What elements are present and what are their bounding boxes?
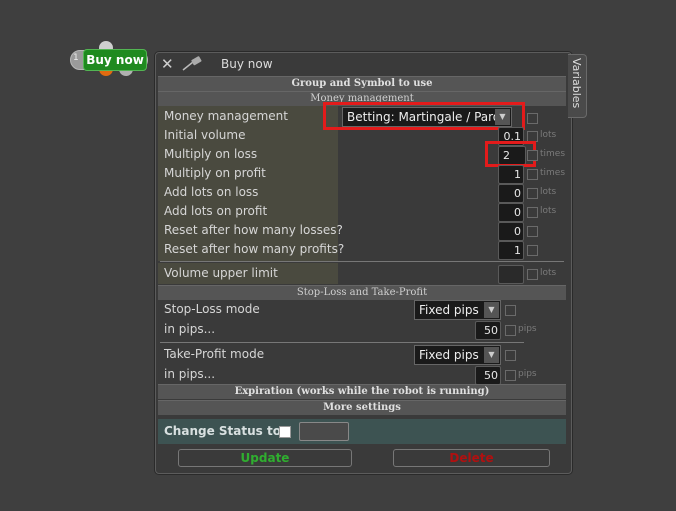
stop-loss-mode-checkbox[interactable]	[505, 305, 516, 316]
volume-upper-limit-label: Volume upper limit	[164, 266, 278, 280]
change-status-checkbox[interactable]	[279, 426, 291, 438]
reset-profits-label: Reset after how many profits?	[164, 242, 345, 256]
take-profit-mode-label: Take-Profit mode	[164, 347, 265, 361]
add-lots-on-profit-checkbox[interactable]	[527, 207, 538, 218]
money-divider	[160, 261, 564, 262]
take-profit-pips-input[interactable]: 50	[475, 366, 501, 385]
chevron-down-icon[interactable]: ▼	[484, 302, 499, 318]
reset-losses-label: Reset after how many losses?	[164, 223, 343, 237]
take-profit-pips-label: in pips...	[164, 367, 216, 381]
chevron-down-icon[interactable]: ▼	[484, 347, 499, 363]
stoploss-divider	[160, 342, 524, 343]
reset-profits-checkbox[interactable]	[527, 245, 538, 256]
close-icon[interactable]: ✕	[161, 55, 174, 73]
panel-titlebar[interactable]: ✕ Buy now	[156, 53, 571, 75]
add-lots-on-profit-unit: lots	[540, 206, 557, 216]
section-more-settings[interactable]: More settings	[158, 400, 566, 415]
change-status-row: Change Status to	[158, 419, 566, 444]
node-label[interactable]: Buy now	[83, 49, 147, 71]
multiply-on-loss-checkbox[interactable]	[527, 150, 538, 161]
stop-loss-mode-label: Stop-Loss mode	[164, 302, 260, 316]
stop-loss-pips-checkbox[interactable]	[505, 325, 516, 336]
take-profit-pips-checkbox[interactable]	[505, 370, 516, 381]
add-lots-on-loss-checkbox[interactable]	[527, 188, 538, 199]
multiply-on-profit-unit: times	[540, 168, 566, 178]
update-button[interactable]: Update	[178, 449, 352, 467]
initial-volume-label: Initial volume	[164, 128, 246, 142]
stop-loss-mode-select[interactable]: Fixed pips ▼	[414, 300, 501, 320]
stop-loss-mode-value: Fixed pips	[419, 303, 479, 317]
reset-losses-input[interactable]: 0	[498, 222, 524, 241]
stop-loss-pips-unit: pips	[518, 324, 537, 334]
delete-button[interactable]: Delete	[393, 449, 550, 467]
change-status-input[interactable]	[299, 422, 349, 441]
reset-profits-input[interactable]: 1	[498, 241, 524, 260]
take-profit-pips-unit: pips	[518, 369, 537, 379]
take-profit-mode-select[interactable]: Fixed pips ▼	[414, 345, 501, 365]
panel-title: Buy now	[221, 57, 273, 71]
multiply-on-profit-label: Multiply on profit	[164, 166, 266, 180]
take-profit-mode-checkbox[interactable]	[505, 350, 516, 361]
add-lots-on-loss-input[interactable]: 0	[498, 184, 524, 203]
add-lots-on-profit-label: Add lots on profit	[164, 204, 268, 218]
add-lots-on-loss-label: Add lots on loss	[164, 185, 259, 199]
reset-losses-checkbox[interactable]	[527, 226, 538, 237]
section-group-symbol[interactable]: Group and Symbol to use	[158, 76, 566, 91]
highlight-money-management	[323, 102, 525, 130]
take-profit-mode-value: Fixed pips	[419, 348, 479, 362]
section-stop-loss[interactable]: Stop-Loss and Take-Profit	[158, 285, 566, 300]
volume-upper-limit-input[interactable]	[498, 265, 524, 284]
multiply-on-profit-checkbox[interactable]	[527, 169, 538, 180]
multiply-on-loss-label: Multiply on loss	[164, 147, 258, 161]
volume-upper-limit-checkbox[interactable]	[527, 269, 538, 280]
section-expiration[interactable]: Expiration (works while the robot is run…	[158, 384, 566, 399]
add-lots-on-profit-input[interactable]: 0	[498, 203, 524, 222]
initial-volume-unit: lots	[540, 130, 557, 140]
volume-upper-limit-unit: lots	[540, 268, 557, 278]
node-index: 1	[73, 53, 79, 63]
money-management-label: Money management	[164, 109, 288, 123]
money-management-checkbox[interactable]	[527, 113, 538, 124]
change-status-label: Change Status to	[164, 424, 281, 438]
multiply-on-loss-unit: times	[540, 149, 566, 159]
variables-tab-label: Variables	[570, 58, 583, 109]
pin-icon[interactable]	[181, 56, 205, 75]
stop-loss-pips-input[interactable]: 50	[475, 321, 501, 340]
multiply-on-profit-input[interactable]: 1	[498, 165, 524, 184]
add-lots-on-loss-unit: lots	[540, 187, 557, 197]
stop-loss-pips-label: in pips...	[164, 322, 216, 336]
variables-tab[interactable]: Variables	[568, 54, 587, 118]
